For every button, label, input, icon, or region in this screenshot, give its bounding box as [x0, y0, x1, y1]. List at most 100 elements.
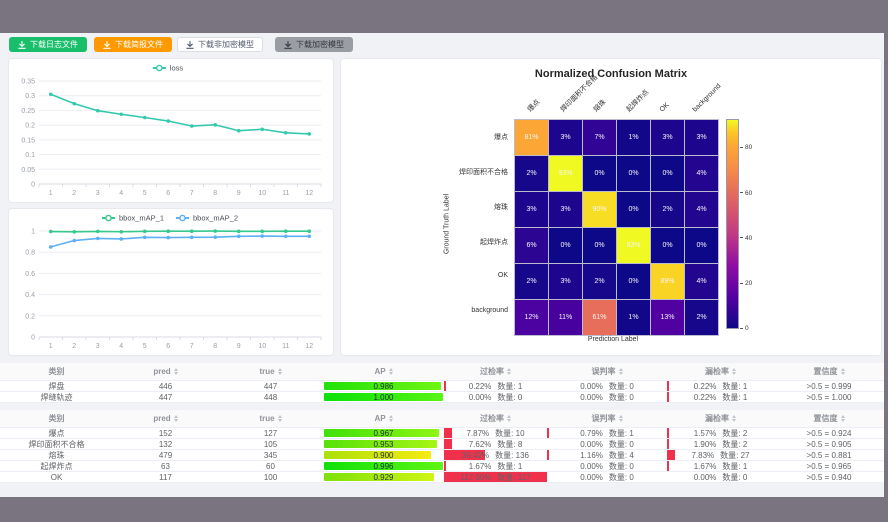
- confidence-value: >0.5 = 0.940: [807, 473, 852, 482]
- data-point: [307, 229, 311, 233]
- column-header-miss[interactable]: 漏检率: [667, 363, 774, 380]
- column-header-pred[interactable]: pred: [113, 363, 218, 380]
- column-header-label: AP: [374, 414, 385, 423]
- cell-cat: 焊缝轨迹: [0, 392, 113, 402]
- rate-count: 数量: 0: [609, 381, 634, 391]
- heatmap-cell: 0%: [583, 228, 616, 263]
- rate-bar: [444, 461, 446, 471]
- rate-value: 1.90%: [694, 440, 717, 449]
- column-header-true[interactable]: true: [218, 410, 323, 427]
- data-point: [284, 229, 288, 233]
- svg-text:0.4: 0.4: [25, 292, 35, 299]
- svg-text:5: 5: [143, 343, 147, 350]
- cell-ap: 1.000: [323, 392, 444, 402]
- svg-text:12: 12: [305, 190, 313, 197]
- cell-conf: >0.5 = 0.940: [774, 472, 884, 482]
- sort-icon[interactable]: [732, 415, 736, 422]
- column-label: OK: [657, 101, 671, 115]
- download-encrypted-model-button[interactable]: 下载加密模型: [275, 37, 353, 52]
- rate-value: 0.00%: [469, 393, 492, 402]
- column-header-pred[interactable]: pred: [113, 410, 218, 427]
- cell-pred: 63: [113, 461, 218, 471]
- row-label: 爆点: [494, 132, 508, 142]
- rate-count: 数量: 1: [497, 381, 522, 391]
- sort-icon[interactable]: [174, 415, 178, 422]
- rate-value: 0.22%: [694, 393, 717, 402]
- svg-text:9: 9: [237, 343, 241, 350]
- svg-text:11: 11: [282, 343, 289, 350]
- column-header-label: true: [259, 414, 274, 423]
- sort-icon[interactable]: [174, 368, 178, 375]
- download-icon: [18, 41, 26, 49]
- data-point: [96, 230, 100, 234]
- sort-icon[interactable]: [507, 368, 511, 375]
- cell-ap: 0.986: [323, 381, 444, 391]
- rate-count: 数量: 117: [497, 472, 530, 482]
- column-header-label: 误判率: [592, 366, 616, 377]
- column-header-ap[interactable]: AP: [323, 363, 444, 380]
- data-point: [307, 132, 311, 136]
- legend-item-loss[interactable]: loss: [153, 64, 184, 73]
- column-header-over[interactable]: 过检率: [444, 410, 547, 427]
- column-header-ap[interactable]: AP: [323, 410, 444, 427]
- legend-item-bbox_mAP_1[interactable]: bbox_mAP_1: [102, 214, 164, 223]
- sort-icon[interactable]: [389, 415, 393, 422]
- cell-miss: 0.22%数量: 1: [667, 392, 774, 402]
- sort-icon[interactable]: [841, 415, 845, 422]
- rate-bar: [444, 439, 452, 449]
- sort-icon[interactable]: [841, 368, 845, 375]
- ap-value: 0.900: [373, 451, 393, 460]
- column-header-label: 漏检率: [705, 366, 729, 377]
- cell-over: 7.87%数量: 10: [444, 428, 547, 438]
- svg-text:7: 7: [190, 343, 194, 350]
- rate-bar: [667, 392, 669, 402]
- svg-text:3: 3: [96, 190, 100, 197]
- series-line-loss: [51, 94, 310, 134]
- sort-icon[interactable]: [389, 368, 393, 375]
- download-log-button[interactable]: 下载日志文件: [9, 37, 87, 52]
- data-point: [260, 230, 264, 234]
- legend-item-bbox_mAP_2[interactable]: bbox_mAP_2: [176, 214, 238, 223]
- cell-true: 447: [218, 381, 323, 391]
- sort-icon[interactable]: [619, 368, 623, 375]
- cell-true: 448: [218, 392, 323, 402]
- cell-cat: 起焊炸点: [0, 461, 113, 471]
- cell-true: 60: [218, 461, 323, 471]
- cell-cat: 焊盘: [0, 381, 113, 391]
- sort-icon[interactable]: [732, 368, 736, 375]
- download-brief-button[interactable]: 下载简报文件: [94, 37, 172, 52]
- column-header-mis[interactable]: 误判率: [547, 363, 667, 380]
- column-header-true[interactable]: true: [218, 363, 323, 380]
- summary-table: 类别predtrueAP过检率误判率漏检率置信度焊盘4464470.9860.2…: [0, 363, 884, 403]
- download-plain-model-button[interactable]: 下载非加密模型: [177, 37, 263, 52]
- sort-icon[interactable]: [278, 368, 282, 375]
- cell-ap: 0.996: [323, 461, 444, 471]
- rate-value: 7.62%: [469, 440, 492, 449]
- column-header-miss[interactable]: 漏检率: [667, 410, 774, 427]
- rate-value: 0.22%: [469, 382, 492, 391]
- rate-value: 0.79%: [580, 429, 603, 438]
- download-icon: [103, 41, 111, 49]
- sort-icon[interactable]: [278, 415, 282, 422]
- cell-miss: 7.83%数量: 27: [667, 450, 774, 460]
- sort-icon[interactable]: [507, 415, 511, 422]
- svg-text:3: 3: [96, 343, 100, 350]
- heatmap-cell: 1%: [617, 300, 650, 335]
- rate-count: 数量: 8: [497, 439, 522, 449]
- column-header-conf[interactable]: 置信度: [774, 410, 884, 427]
- column-header-conf[interactable]: 置信度: [774, 363, 884, 380]
- rate-bar: [444, 428, 452, 438]
- column-header-mis[interactable]: 误判率: [547, 410, 667, 427]
- sort-icon[interactable]: [619, 415, 623, 422]
- download-icon: [284, 41, 292, 49]
- column-label: 起焊炸点: [624, 88, 651, 115]
- cell-mis: 0.00%数量: 0: [547, 439, 667, 449]
- heatmap-cell: 0%: [651, 228, 684, 263]
- column-header-label: 误判率: [592, 413, 616, 424]
- column-header-over[interactable]: 过检率: [444, 363, 547, 380]
- data-point: [166, 229, 170, 233]
- button-label: 下载加密模型: [296, 41, 344, 49]
- confidence-value: >0.5 = 1.000: [807, 393, 852, 402]
- cell-over: 117.00%数量: 117: [444, 472, 547, 482]
- colorbar-tick: 20: [740, 280, 752, 288]
